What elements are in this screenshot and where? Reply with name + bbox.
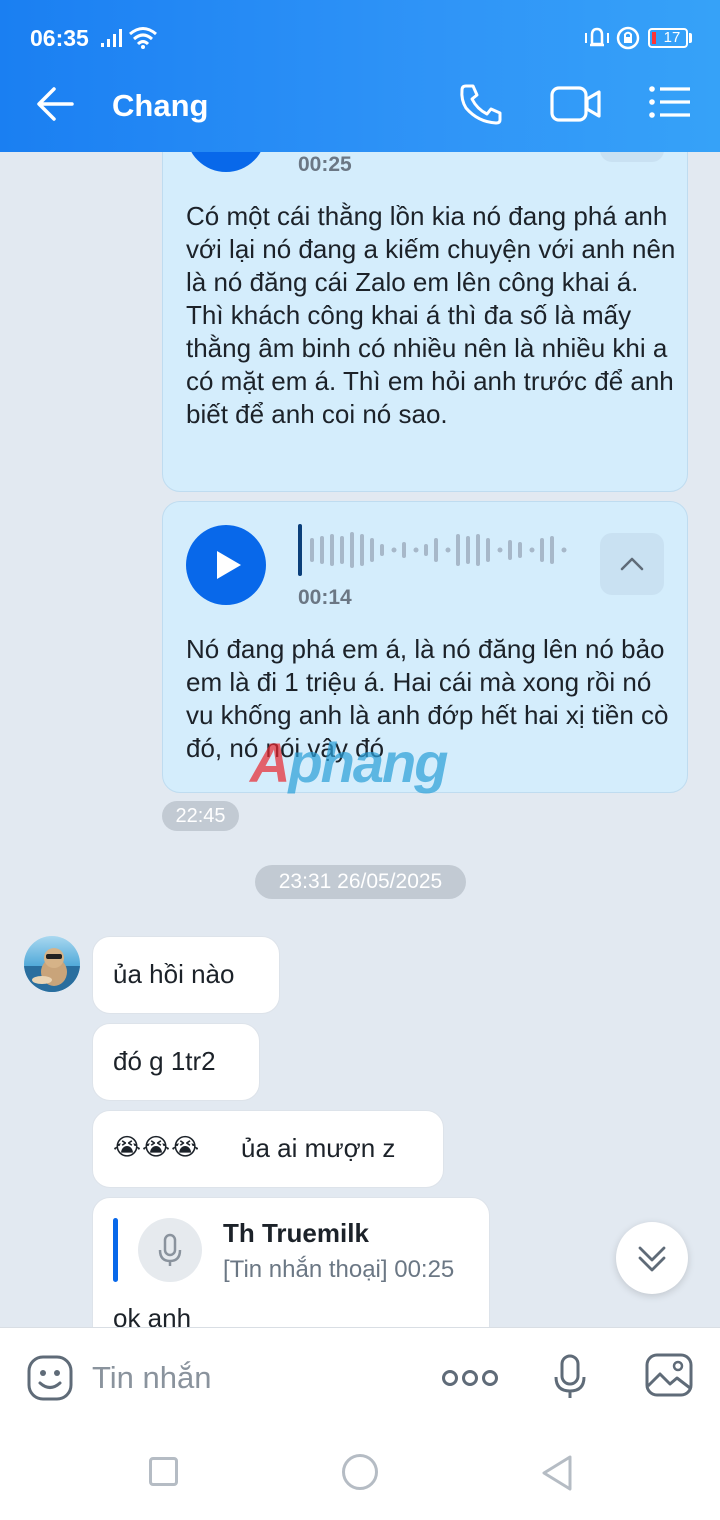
avatar[interactable] bbox=[24, 936, 80, 992]
chevrons-down-icon bbox=[638, 1246, 666, 1272]
composer-bar: Tin nhắn bbox=[0, 1327, 720, 1427]
date-separator: 23:31 26/05/2025 bbox=[255, 865, 466, 899]
chevron-up-icon bbox=[620, 557, 644, 571]
status-time: 06:35 bbox=[30, 25, 89, 51]
wifi-icon bbox=[129, 27, 157, 49]
received-message[interactable]: đó g 1tr2 bbox=[92, 1023, 260, 1101]
play-button[interactable] bbox=[186, 525, 266, 605]
back-arrow-icon[interactable] bbox=[34, 84, 76, 124]
scroll-to-bottom-button[interactable] bbox=[616, 1222, 688, 1294]
collapse-transcript-button[interactable] bbox=[600, 533, 664, 595]
signal-icon bbox=[101, 29, 122, 47]
menu-icon[interactable] bbox=[648, 84, 692, 120]
emoji-icon[interactable] bbox=[26, 1354, 74, 1402]
more-dots-icon[interactable] bbox=[442, 1368, 498, 1388]
battery-icon: 17 bbox=[648, 28, 688, 48]
voice-duration: 00:14 bbox=[298, 586, 352, 609]
voice-waveform[interactable] bbox=[296, 522, 572, 578]
message-input[interactable]: Tin nhắn bbox=[92, 1358, 212, 1398]
reply-preview: [Tin nhắn thoại] 00:25 bbox=[223, 1256, 455, 1283]
phone-icon[interactable] bbox=[458, 82, 504, 126]
home-button[interactable] bbox=[342, 1454, 378, 1490]
received-message[interactable]: 😭😭😭 ủa ai mượn z bbox=[92, 1110, 444, 1188]
watermark-logo: Aphang bbox=[250, 731, 448, 794]
reply-quote-bar bbox=[113, 1218, 118, 1282]
message-text: ủa hồi nào bbox=[113, 959, 235, 989]
message-time: 22:45 bbox=[162, 801, 239, 831]
video-icon[interactable] bbox=[550, 86, 602, 122]
received-message[interactable]: ủa hồi nào bbox=[92, 936, 280, 1014]
image-icon[interactable] bbox=[644, 1352, 694, 1398]
recent-apps-button[interactable] bbox=[149, 1457, 178, 1486]
reply-mic-thumb bbox=[138, 1218, 202, 1282]
chat-header: Chang bbox=[0, 56, 720, 152]
voice-duration: 00:25 bbox=[298, 153, 352, 176]
voice-transcript: Có một cái thằng lồn kia nó đang phá anh… bbox=[186, 201, 676, 429]
lock-rotation-icon bbox=[616, 26, 640, 50]
message-text: đó g 1tr2 bbox=[113, 1046, 216, 1076]
message-text: ủa ai mượn z bbox=[241, 1133, 396, 1163]
vibrate-icon bbox=[585, 27, 609, 47]
status-bar: 06:35 17 bbox=[0, 0, 720, 56]
system-nav-bar bbox=[0, 1427, 720, 1520]
emoji-group: 😭😭😭 bbox=[113, 1133, 201, 1161]
mic-icon bbox=[158, 1233, 182, 1266]
chat-title[interactable]: Chang bbox=[112, 86, 208, 126]
nav-back-icon[interactable] bbox=[540, 1453, 574, 1493]
mic-icon[interactable] bbox=[553, 1353, 587, 1401]
reply-sender: Th Truemilk bbox=[223, 1218, 369, 1248]
battery-level: 17 bbox=[663, 29, 681, 46]
